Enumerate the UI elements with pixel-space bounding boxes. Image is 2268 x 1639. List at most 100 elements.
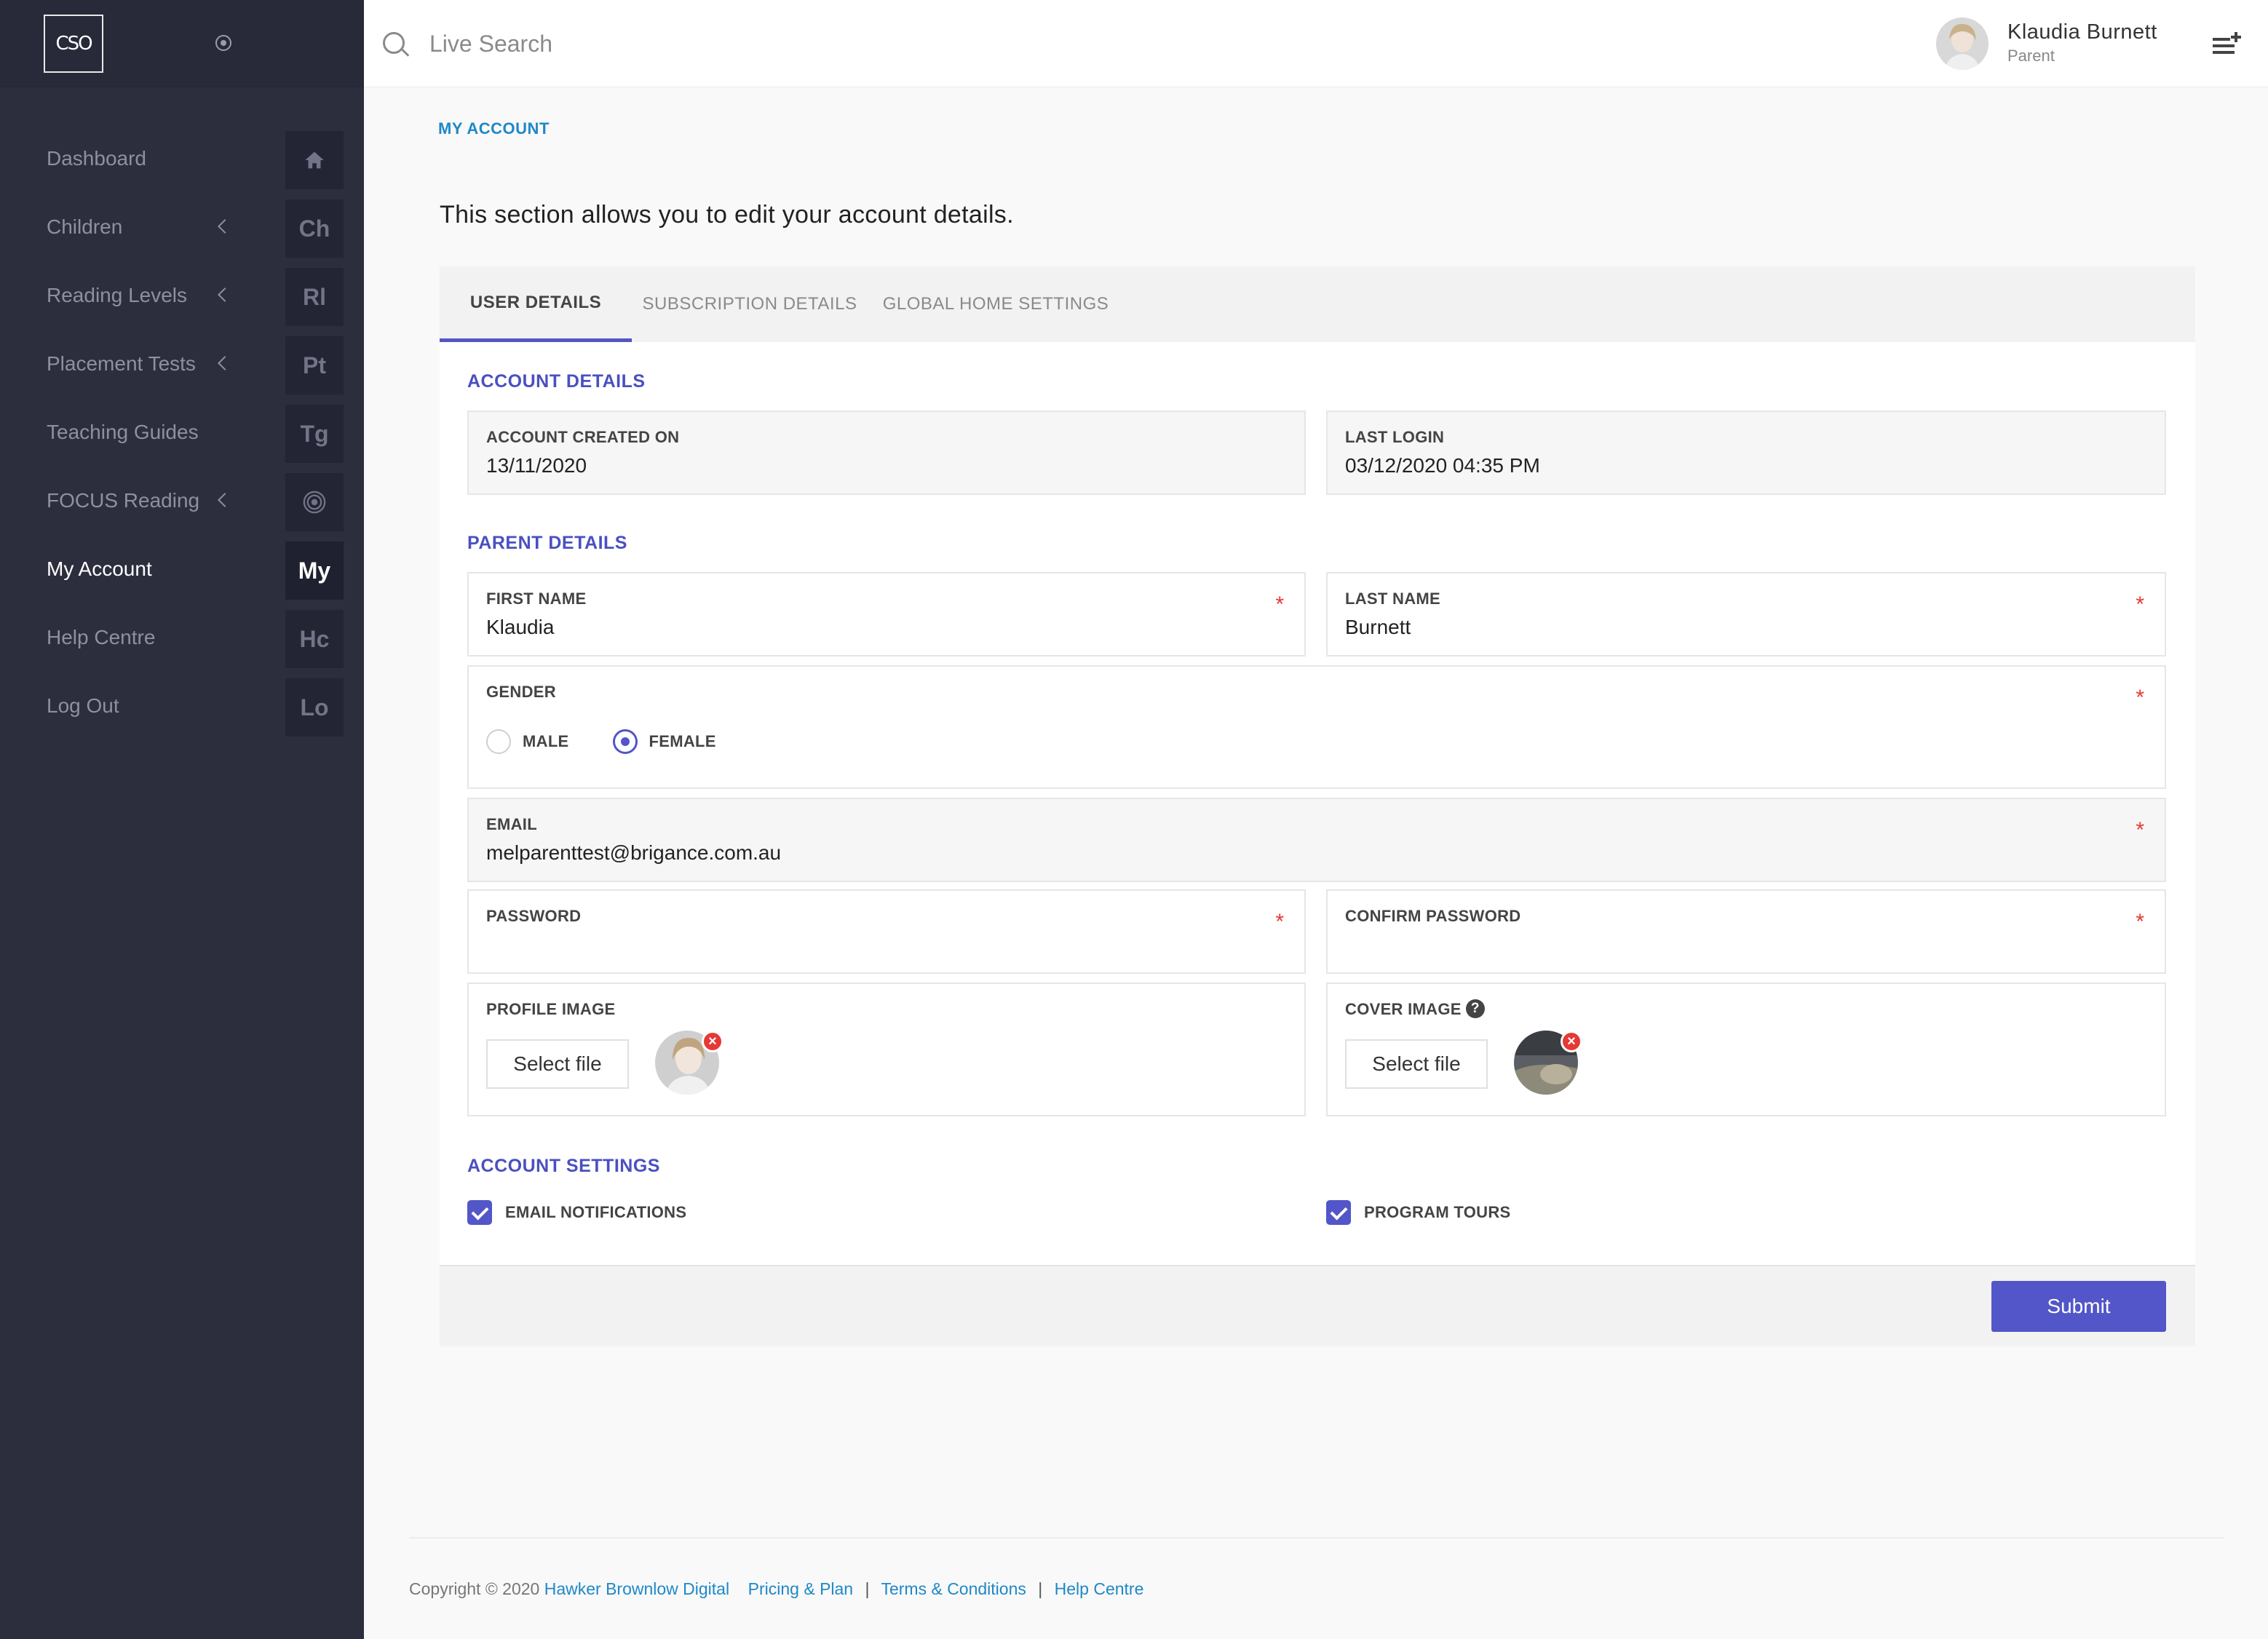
breadcrumb[interactable]: MY ACCOUNT [438,119,550,138]
required-mark: * [2136,818,2144,842]
sidebar-item-teaching-guides[interactable]: Teaching Guides Tg [0,405,364,473]
sidebar: CSO Dashboard Children Ch Reading Levels… [0,0,364,1639]
field-label: LAST NAME [1345,590,1441,608]
field-label: EMAIL [486,815,537,833]
checkbox-label[interactable]: PROGRAM TOURS [1364,1203,1511,1222]
avatar-photo [1936,17,1989,70]
last-name-field[interactable]: LAST NAME Burnett * [1326,572,2166,656]
submit-button[interactable]: Submit [1991,1281,2166,1332]
chevron-left-icon [218,287,232,302]
sidebar-badge [285,131,344,189]
field-label: PROFILE IMAGE [486,1000,616,1018]
tab-user-details[interactable]: USER DETAILS [440,266,632,342]
sidebar-item-label: Help Centre [47,626,156,648]
required-mark: * [1275,592,1284,616]
target-icon [303,491,326,514]
last-login-field: LAST LOGIN 03/12/2020 04:35 PM [1326,410,2166,495]
user-name[interactable]: Klaudia Burnett [2007,20,2157,44]
page-intro: This section allows you to edit your acc… [440,201,1014,229]
sidebar-item-my-account[interactable]: My Account My [0,541,364,610]
section-account-details: ACCOUNT DETAILS [467,371,646,392]
sidebar-toggle-icon[interactable] [215,35,231,51]
chevron-left-icon [218,356,232,370]
logo[interactable]: CSO [44,15,103,73]
gender-female-radio[interactable] [612,729,638,754]
first-name-field[interactable]: FIRST NAME Klaudia * [467,572,1306,656]
field-label: PASSWORD [486,907,582,925]
search-icon [383,32,405,54]
password-field[interactable]: PASSWORD * [467,889,1306,974]
sidebar-item-log-out[interactable]: Log Out Lo [0,678,364,747]
avatar[interactable] [1936,17,1989,70]
cover-image-field: COVER IMAGE? Select file × [1326,983,2166,1116]
email-notifications-option[interactable]: EMAIL NOTIFICATIONS [467,1200,686,1225]
confirm-password-field[interactable]: CONFIRM PASSWORD * [1326,889,2166,974]
gender-options: MALE FEMALE [486,729,760,754]
remove-cover-image-icon[interactable]: × [1561,1031,1582,1052]
field-label: CONFIRM PASSWORD [1345,907,1521,925]
sidebar-item-label: FOCUS Reading [47,489,200,512]
sidebar-item-children[interactable]: Children Ch [0,199,364,268]
account-created-field: ACCOUNT CREATED ON 13/11/2020 [467,410,1306,495]
live-search-input[interactable] [429,26,866,61]
footer-company-link[interactable]: Hawker Brownlow Digital [544,1579,729,1598]
tab-global-home-settings[interactable]: GLOBAL HOME SETTINGS [868,266,1124,342]
remove-profile-image-icon[interactable]: × [702,1031,723,1052]
radio-label[interactable]: FEMALE [649,732,716,751]
first-name-value[interactable]: Klaudia [486,616,554,639]
sidebar-item-label: Teaching Guides [47,421,199,443]
tab-subscription-details[interactable]: SUBSCRIPTION DETAILS [632,266,868,342]
page-footer: Copyright © 2020 Hawker Brownlow Digital… [409,1579,1143,1599]
footer-separator: | [865,1579,870,1598]
footer-help-link[interactable]: Help Centre [1055,1579,1144,1598]
sidebar-item-placement-tests[interactable]: Placement Tests Pt [0,336,364,405]
required-mark: * [2136,592,2144,616]
sidebar-badge: Hc [285,610,344,668]
sidebar-item-label: Reading Levels [47,284,188,306]
sidebar-item-dashboard[interactable]: Dashboard [0,131,364,199]
profile-select-file-button[interactable]: Select file [486,1039,629,1089]
sidebar-item-focus-reading[interactable]: FOCUS Reading [0,473,364,541]
section-account-settings: ACCOUNT SETTINGS [467,1156,660,1176]
home-icon [305,151,324,169]
cover-image-label: COVER IMAGE [1345,1000,1462,1018]
email-notifications-checkbox[interactable] [467,1200,492,1225]
tab-bar: USER DETAILS SUBSCRIPTION DETAILS GLOBAL… [440,266,2195,342]
chevron-left-icon [218,493,232,507]
help-icon[interactable]: ? [1465,999,1485,1019]
copyright-text: Copyright © 2020 [409,1579,540,1598]
sidebar-badge: Tg [285,405,344,463]
radio-label[interactable]: MALE [523,732,569,751]
field-label: FIRST NAME [486,590,587,608]
sidebar-item-label: Children [47,215,123,238]
last-name-value[interactable]: Burnett [1345,616,1411,639]
field-label: ACCOUNT CREATED ON [486,428,680,446]
sidebar-item-label: Log Out [47,694,119,717]
footer-pricing-link[interactable]: Pricing & Plan [748,1579,853,1598]
gender-field: GENDER * MALE FEMALE [467,665,2166,789]
sidebar-brand: CSO [0,0,364,87]
add-list-icon[interactable] [2213,32,2242,57]
footer-divider [409,1537,2224,1539]
sidebar-item-label: My Account [47,557,152,580]
gender-male-radio[interactable] [486,729,511,754]
sidebar-badge [285,473,344,531]
footer-terms-link[interactable]: Terms & Conditions [881,1579,1026,1598]
sidebar-item-help-centre[interactable]: Help Centre Hc [0,610,364,678]
program-tours-option[interactable]: PROGRAM TOURS [1326,1200,1511,1225]
profile-image-field: PROFILE IMAGE Select file × [467,983,1306,1116]
required-mark: * [2136,686,2144,710]
required-mark: * [1275,910,1284,934]
email-value[interactable]: melparenttest@brigance.com.au [486,841,781,865]
sidebar-item-label: Placement Tests [47,352,196,375]
field-label: COVER IMAGE? [1345,999,1485,1020]
email-field[interactable]: EMAIL melparenttest@brigance.com.au * [467,798,2166,882]
sidebar-nav: Dashboard Children Ch Reading Levels Rl … [0,131,364,747]
sidebar-badge: Lo [285,678,344,737]
footer-separator: | [1038,1579,1043,1598]
sidebar-item-reading-levels[interactable]: Reading Levels Rl [0,268,364,336]
program-tours-checkbox[interactable] [1326,1200,1351,1225]
checkbox-label[interactable]: EMAIL NOTIFICATIONS [505,1203,686,1222]
cover-select-file-button[interactable]: Select file [1345,1039,1488,1089]
top-header: Klaudia Burnett Parent [364,0,2268,87]
